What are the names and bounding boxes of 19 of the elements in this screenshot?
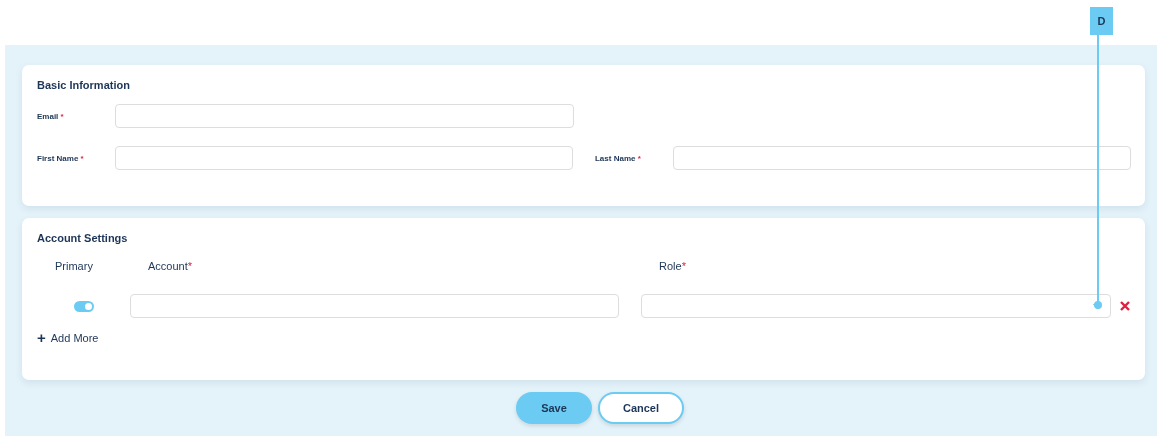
remove-icon[interactable] (1120, 301, 1130, 311)
annotation-marker: D (1090, 7, 1113, 35)
role-select[interactable] (641, 294, 1111, 318)
field-label: Email * (37, 111, 65, 121)
primary-toggle[interactable] (73, 300, 94, 312)
last-name-input[interactable] (672, 146, 1131, 170)
account-input[interactable] (130, 294, 619, 318)
first-name-input[interactable] (114, 146, 574, 170)
section-title: Account Settings (37, 232, 129, 244)
column-header: Role* (659, 260, 687, 272)
column-header: Account* (148, 260, 194, 272)
cancel-button[interactable]: Cancel (598, 392, 684, 424)
save-button[interactable]: Save (516, 392, 592, 424)
add-more-button[interactable]: + Add More (37, 330, 99, 345)
column-header: Primary (54, 260, 94, 272)
field-label: First Name * (37, 153, 85, 163)
field-label: Last Name * (595, 153, 642, 163)
email-input[interactable] (115, 104, 574, 128)
section-title: Basic Information (37, 79, 131, 91)
